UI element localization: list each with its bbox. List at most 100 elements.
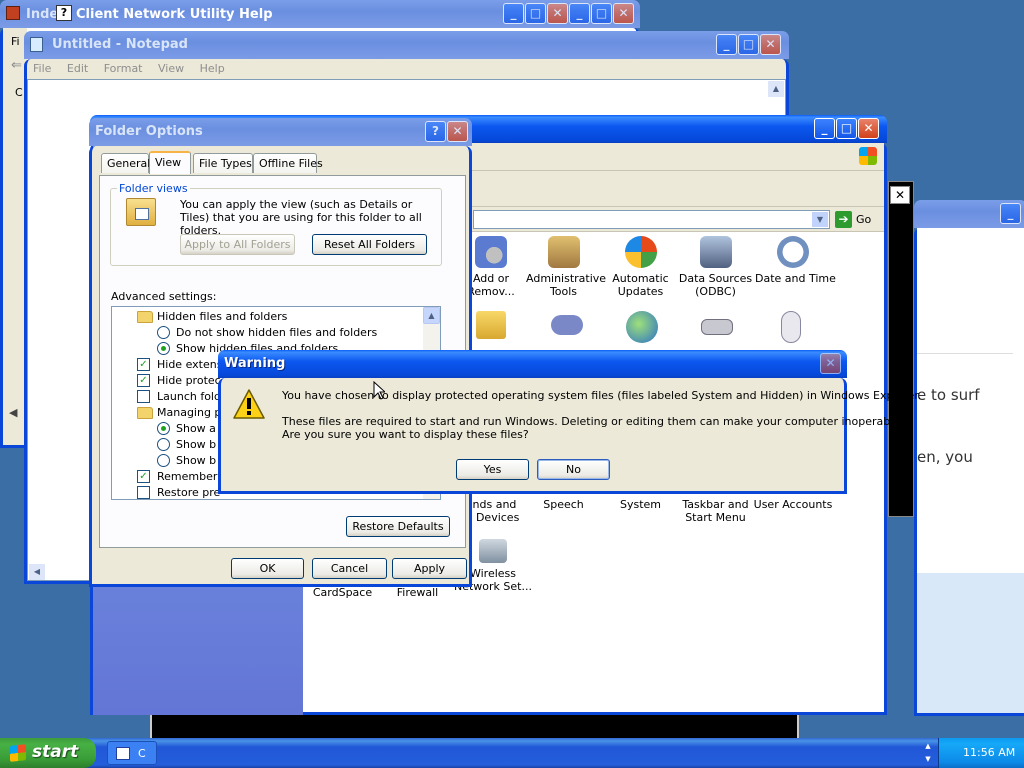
speech-label: Speech [543, 498, 584, 511]
no-button[interactable]: No [537, 459, 610, 480]
menu-edit[interactable]: Edit [67, 62, 88, 75]
help2-minimize-button[interactable]: _ [569, 3, 590, 24]
cp-icon-data-sources[interactable]: Data Sources (ODBC) [678, 236, 753, 298]
tab-offline-files[interactable]: Offline Files [253, 153, 323, 173]
cp-close-button[interactable]: ✕ [858, 118, 879, 139]
notepad-close-button[interactable]: ✕ [760, 34, 781, 55]
add-remove-programs-icon [475, 236, 507, 268]
wireless-network-icon [479, 539, 507, 563]
cp-icon-cardspace[interactable]: CardSpace [305, 586, 380, 599]
help-question-icon: ? [56, 5, 72, 21]
automatic-updates-icon [624, 236, 657, 268]
tree-item-text: Hidden files and folders [157, 310, 288, 323]
radio-button[interactable] [157, 454, 170, 467]
help-minimize-button[interactable]: _ [503, 3, 524, 24]
address-input[interactable] [473, 210, 830, 229]
yes-button[interactable]: Yes [456, 459, 529, 480]
tab-file-types[interactable]: File Types [193, 153, 253, 173]
checkbox[interactable]: ✓ [137, 470, 150, 483]
data-sources-icon [699, 236, 732, 268]
menu-format[interactable]: Format [104, 62, 143, 75]
notepad-titlebar: Untitled - Notepad _ □ ✕ [24, 31, 789, 59]
notepad-scroll-up[interactable]: ▲ [768, 81, 784, 97]
radio-button[interactable] [157, 326, 170, 339]
cp-icon-taskbar[interactable]: Taskbar and Start Menu [678, 498, 753, 524]
restore-defaults-button[interactable]: Restore Defaults [346, 516, 450, 537]
auto-updates-label: Automatic Updates [612, 272, 669, 298]
date-time-icon [777, 236, 809, 268]
folder-options-help-button[interactable]: ? [425, 121, 446, 142]
add-remove-label: Add or Remov... [467, 272, 515, 298]
menu-file[interactable]: File [33, 62, 51, 75]
go-arrow-icon[interactable]: ➔ [835, 211, 852, 228]
notepad-maximize-button[interactable]: □ [738, 34, 759, 55]
cp-icon-speech[interactable]: Speech [526, 498, 601, 511]
checkbox[interactable] [137, 390, 150, 403]
help-scroll-left-icon[interactable]: ◀ [9, 406, 17, 419]
help-maximize-button[interactable]: □ [525, 3, 546, 24]
cp-icon-system[interactable]: System [603, 498, 678, 511]
firewall-label: Firewall [396, 586, 439, 599]
task-label: C [138, 747, 146, 760]
menu-view[interactable]: View [158, 62, 184, 75]
notepad-hscroll-left[interactable]: ◀ [29, 564, 45, 580]
start-button[interactable]: start [0, 738, 96, 768]
notepad-icon [30, 37, 43, 52]
warning-message-2: These files are required to start and ru… [282, 415, 904, 428]
user-accounts-label: User Accounts [753, 498, 833, 511]
radio-button[interactable] [157, 342, 170, 355]
date-time-label: Date and Time [755, 272, 836, 285]
windows-flag-icon [859, 147, 877, 165]
black-panel-close-button[interactable]: ✕ [890, 186, 910, 204]
apply-button[interactable]: Apply [392, 558, 467, 579]
cp-maximize-button[interactable]: □ [836, 118, 857, 139]
cardspace-label: CardSpace [312, 586, 373, 599]
cp-minimize-button[interactable]: _ [814, 118, 835, 139]
reset-all-folders-button[interactable]: Reset All Folders [312, 234, 427, 255]
checkbox[interactable] [137, 486, 150, 499]
warning-message-1: You have chosen to display protected ope… [282, 389, 922, 402]
cp-icon-auto-updates[interactable]: Automatic Updates [603, 236, 678, 298]
cp-icon-date-time[interactable]: Date and Time [755, 236, 836, 285]
address-dropdown-icon[interactable]: ▼ [812, 212, 828, 227]
taskbar-label: Taskbar and Start Menu [682, 498, 749, 524]
clock[interactable]: 11:56 AM [963, 746, 1015, 759]
checkbox[interactable]: ✓ [137, 358, 150, 371]
tree-scroll-up[interactable]: ▲ [423, 307, 440, 324]
cp-mouse-icon[interactable] [781, 311, 801, 343]
browser-titlebar: _ [914, 200, 1024, 228]
tree-item-text: Do not show hidden files and folders [176, 326, 378, 339]
tree-item-text: Restore pre [157, 486, 221, 499]
menu-help[interactable]: Help [200, 62, 225, 75]
go-button[interactable]: Go [856, 213, 871, 226]
cp-icon-user-accounts[interactable]: User Accounts [753, 498, 833, 511]
tab-view[interactable]: View [149, 151, 191, 174]
ok-button[interactable]: OK [231, 558, 304, 579]
help-close-button[interactable]: ✕ [547, 3, 568, 24]
folder-options-titlebar: Folder Options ? ✕ [89, 118, 472, 146]
tab-general[interactable]: General [101, 153, 150, 173]
cp-keyboard-icon[interactable] [701, 319, 733, 335]
browser-lower-panel [917, 573, 1024, 713]
checkbox[interactable]: ✓ [137, 374, 150, 387]
notepad-minimize-button[interactable]: _ [716, 34, 737, 55]
help2-maximize-button[interactable]: □ [591, 3, 612, 24]
cp-icon-firewall[interactable]: Firewall [380, 586, 455, 599]
warning-close-button[interactable]: ✕ [820, 353, 841, 374]
tree-item-text: Hide extens [157, 358, 223, 371]
radio-button[interactable] [157, 422, 170, 435]
taskbar-task-button[interactable]: C [107, 741, 157, 765]
help2-close-button[interactable]: ✕ [613, 3, 634, 24]
cancel-button[interactable]: Cancel [312, 558, 387, 579]
cp-game-controllers-icon[interactable] [551, 315, 583, 335]
taskbar-scroll-buttons[interactable]: ▲ ▼ [922, 740, 934, 766]
black-panel: ✕ [888, 181, 914, 517]
cp-icon-admin-tools[interactable]: Administrative Tools [526, 236, 606, 298]
apply-to-all-folders-button[interactable]: Apply to All Folders [180, 234, 295, 255]
cp-internet-options-icon[interactable] [626, 311, 658, 343]
browser-minimize-button[interactable]: _ [1000, 203, 1021, 224]
folder-options-close-button[interactable]: ✕ [447, 121, 468, 142]
radio-button[interactable] [157, 438, 170, 451]
cp-folder-options-icon[interactable] [476, 311, 506, 339]
help-back-icon[interactable]: ⇐ [11, 58, 22, 73]
